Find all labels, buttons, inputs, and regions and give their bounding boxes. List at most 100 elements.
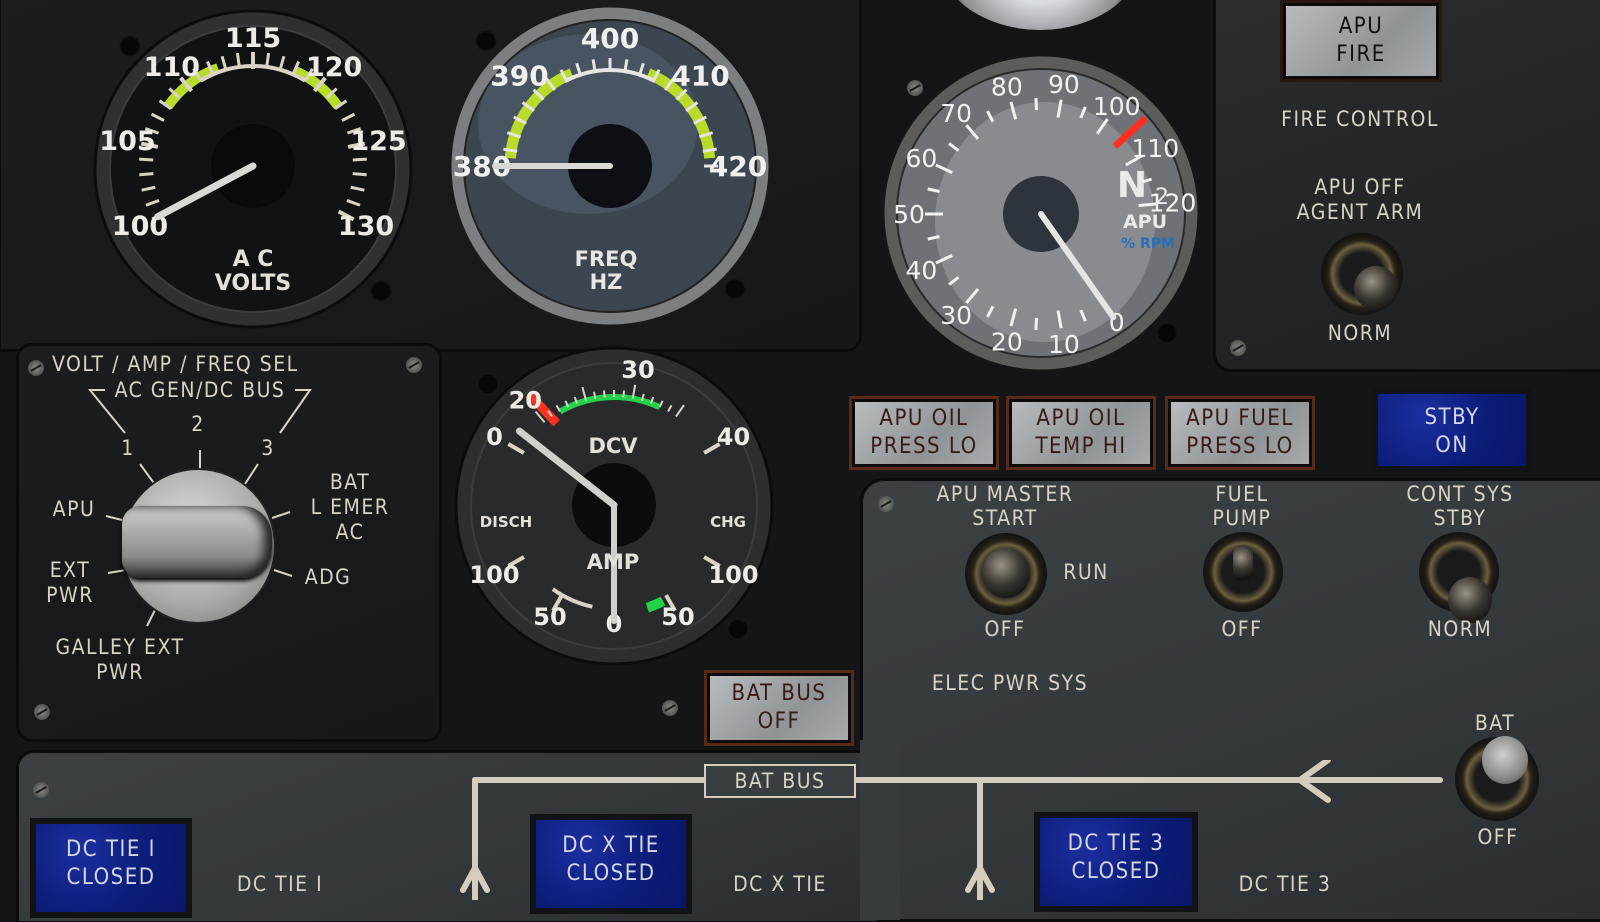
selector-knob[interactable]	[122, 470, 274, 622]
apu-master-switch[interactable]	[968, 536, 1044, 612]
tick	[602, 390, 606, 398]
caution-line1: APU FUEL	[1186, 406, 1294, 431]
selector-pos-bat: BAT L EMER AC	[310, 470, 390, 544]
cont-sys-label-1: CONT SYS	[1406, 482, 1514, 506]
bat-bus-off-line1: BAT BUS	[731, 681, 827, 706]
tick	[622, 390, 626, 398]
fire-control-title: FIRE CONTROL	[1281, 107, 1439, 131]
screw	[907, 80, 923, 96]
bat-bus-off-line2: OFF	[757, 709, 801, 734]
apu-oil-press-lo-light[interactable]: APU OIL PRESS LO	[849, 396, 999, 470]
dc-tie-3-caption: DC TIE 3	[1238, 872, 1332, 896]
toggle-knob	[982, 548, 1030, 598]
partial-gauge-top	[935, 0, 1145, 30]
mount-hole	[724, 278, 746, 300]
tick-label: 105	[99, 126, 155, 157]
stby-on-light[interactable]: STBY ON	[1372, 388, 1532, 472]
bat-bus-label: BAT BUS	[734, 769, 826, 793]
toggle-knob	[1233, 545, 1253, 581]
tick-label: 50	[893, 200, 925, 229]
fuel-pump-switch[interactable]	[1206, 535, 1280, 609]
apu-master-off-label: OFF	[984, 617, 1026, 641]
screw	[662, 700, 678, 716]
tick	[235, 52, 241, 68]
dc-tie-3-light[interactable]: DC TIE 3 CLOSED	[1034, 812, 1198, 912]
tick-label: 130	[338, 211, 394, 242]
bat-bus-off-light[interactable]: BAT BUS OFF	[704, 670, 854, 746]
apu-fuel-press-lo-light[interactable]: APU FUEL PRESS LO	[1165, 396, 1315, 470]
screw	[1230, 340, 1246, 356]
bat-switch-off-label: OFF	[1477, 825, 1519, 849]
bat-switch[interactable]	[1458, 736, 1536, 818]
tick	[1034, 317, 1038, 330]
mount-hole	[119, 35, 141, 57]
apu-master-label-2: START	[972, 506, 1038, 530]
tick-label: 390	[490, 59, 548, 92]
caution-line2: PRESS LO	[870, 434, 978, 459]
selector-pos-adg: ADG	[304, 565, 352, 589]
tie-line2: CLOSED	[66, 865, 156, 890]
apu-rpm-gauge: 01020304050607080 90100110120 N 2 APU % R…	[881, 53, 1201, 373]
tie-line1: DC TIE I	[66, 837, 156, 862]
tick-label: 420	[709, 150, 767, 183]
tie-line1: DC X TIE	[562, 833, 660, 858]
toggle-knob	[1482, 736, 1528, 784]
caution-line2: PRESS LO	[1186, 434, 1294, 459]
apu-fire-line1: APU	[1338, 14, 1384, 39]
tick-label: 90	[1048, 70, 1080, 99]
chg-label: CHG	[710, 513, 746, 531]
tick-label: 20	[991, 328, 1023, 357]
tick-label: 80	[991, 72, 1023, 101]
apu-fire-line2: FIRE	[1336, 42, 1386, 67]
tick-label: 10	[1048, 330, 1080, 359]
dc-x-tie-light[interactable]: DC X TIE CLOSED	[530, 814, 692, 914]
apu-master-run-label: RUN	[1063, 560, 1109, 584]
tie-line2: CLOSED	[566, 861, 656, 886]
tick	[139, 172, 154, 177]
fuel-pump-off-label: OFF	[1221, 617, 1263, 641]
stby-line1: STBY	[1424, 405, 1480, 430]
tick-label: 100	[708, 561, 758, 589]
fire-control-toggle[interactable]	[1324, 236, 1400, 312]
ac-volts-label-1: A C	[233, 247, 274, 272]
tick-label: 60	[905, 144, 937, 173]
mount-hole	[475, 30, 497, 52]
apu-fire-light[interactable]: APU FIRE	[1280, 0, 1442, 82]
selector-title: VOLT / AMP / FREQ SEL	[52, 352, 299, 376]
screw	[33, 782, 49, 798]
fuel-pump-label-2: PUMP	[1212, 506, 1272, 530]
tick-label: 125	[350, 126, 406, 157]
tick-label: 410	[671, 59, 729, 92]
mount-hole	[1156, 322, 1178, 344]
toggle-knob	[1354, 266, 1398, 310]
stby-line2: ON	[1435, 433, 1469, 458]
dcv-label: DCV	[588, 434, 638, 458]
rpm-label-n: N	[1117, 165, 1147, 206]
caution-line1: APU OIL	[1036, 406, 1126, 431]
tick-label: 100	[469, 561, 519, 589]
elec-pwr-sys-title: ELEC PWR SYS	[931, 671, 1089, 695]
tie-line2: CLOSED	[1071, 859, 1161, 884]
tick	[265, 52, 271, 68]
tick-label: 70	[940, 99, 972, 128]
selector-pos-galley: GALLEY EXT PWR	[55, 635, 185, 684]
dc-tie-1-light[interactable]: DC TIE I CLOSED	[30, 818, 192, 918]
selector-pos-apu: APU	[52, 497, 96, 521]
cont-sys-norm-label: NORM	[1427, 617, 1493, 641]
mount-hole	[370, 280, 392, 302]
dc-tie-1-caption: DC TIE I	[236, 872, 324, 896]
tick-label: 110	[144, 52, 200, 83]
bat-bus-label-box: BAT BUS	[704, 764, 856, 798]
fuel-pump-label-1: FUEL	[1215, 482, 1269, 506]
amp-label: AMP	[587, 550, 640, 574]
tick-label: 30	[621, 356, 654, 384]
screw	[878, 496, 894, 512]
rpm-label-sub: 2	[1155, 185, 1169, 210]
dc-volt-amp-gauge: 020304010050 0 50100 DCV AMP DISCH CHG	[454, 346, 774, 666]
freq-hz-gauge: 380390400410420 FREQ HZ	[448, 4, 772, 328]
tick-label: 0	[486, 423, 503, 451]
apu-oil-temp-hi-light[interactable]: APU OIL TEMP HI	[1006, 396, 1156, 470]
caution-line1: APU OIL	[879, 406, 969, 431]
selector-pos-3: 3	[261, 436, 275, 460]
cont-sys-switch[interactable]	[1422, 535, 1496, 623]
